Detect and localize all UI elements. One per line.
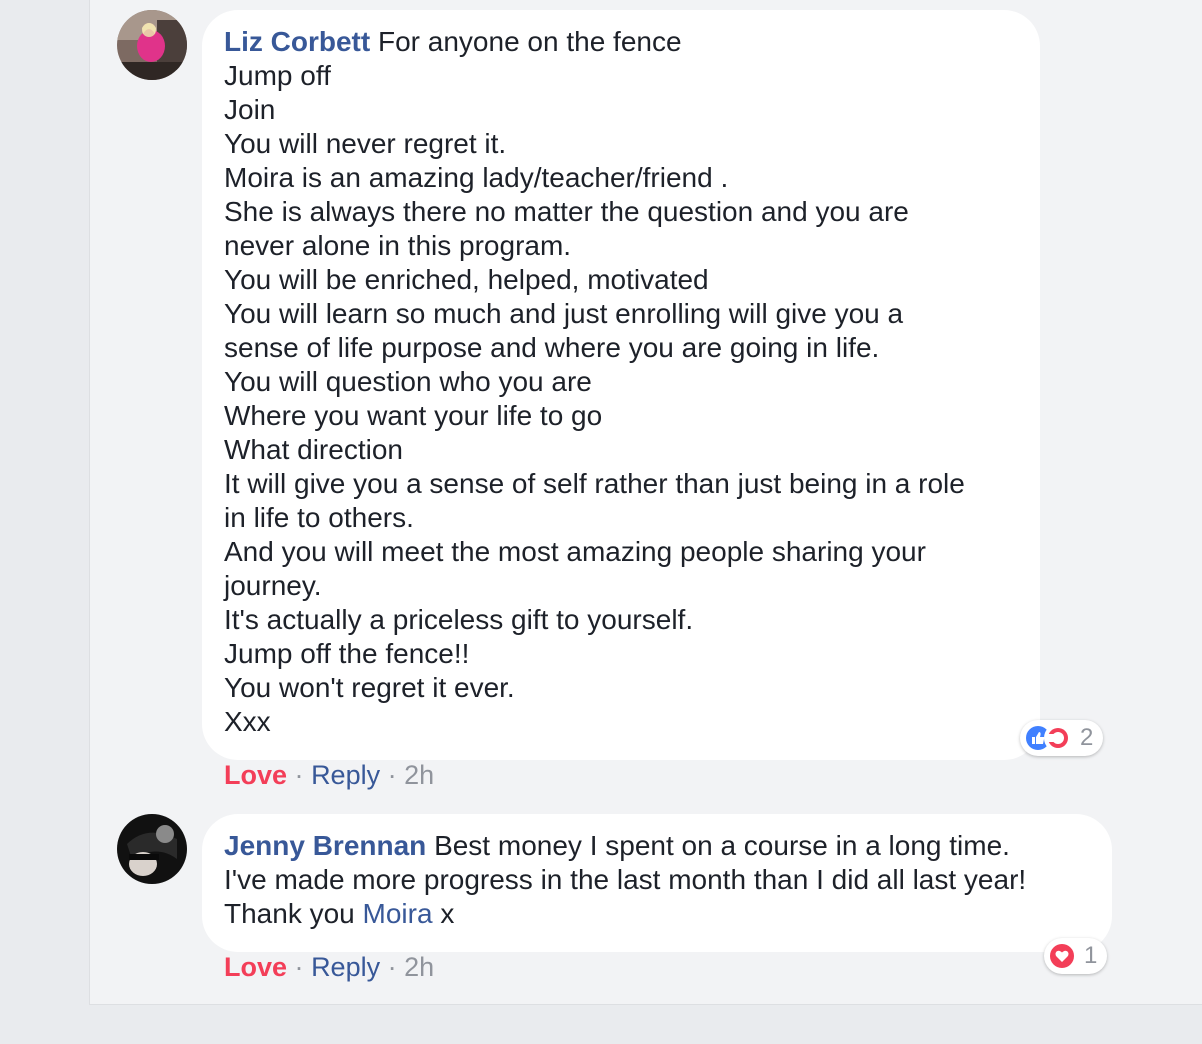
reactions-summary[interactable]: 1	[1044, 938, 1108, 974]
reply-button[interactable]: Reply	[311, 952, 380, 982]
comment-text-line: For anyone on the fence	[378, 26, 682, 57]
comment-text-line: I've made more progress in the last mont…	[224, 864, 1027, 895]
comment-text-line: sense of life purpose and where you are …	[224, 332, 880, 363]
comment-text-line: You will question who you are	[224, 366, 592, 397]
comment-text-line: Join	[224, 94, 276, 125]
comment-text-line: It will give you a sense of self rather …	[224, 468, 965, 499]
comment-text-line: journey.	[224, 570, 322, 601]
comment-bubble: Liz Corbett For anyone on the fence Jump…	[202, 10, 1040, 760]
comment-author[interactable]: Jenny Brennan	[224, 830, 426, 861]
comment-text-line: never alone in this program.	[224, 230, 572, 261]
comment-text-line: Jump off	[224, 60, 331, 91]
comment-text-line: Best money I spent on a course in a long…	[434, 830, 1010, 861]
comment-text-suffix: x	[440, 898, 455, 929]
separator: ·	[387, 952, 397, 982]
avatar-jenny-brennan[interactable]	[117, 814, 187, 884]
love-button[interactable]: Love	[224, 760, 287, 790]
comment-text-line: You won't regret it ever.	[224, 672, 515, 703]
comment-text-line: Jump off the fence!!	[224, 638, 470, 669]
avatar-liz-corbett[interactable]	[117, 10, 187, 80]
comment-actions: Love · Reply · 2h	[224, 760, 434, 791]
love-button[interactable]: Love	[224, 952, 287, 982]
comment-text-line: Thank you	[224, 898, 355, 929]
separator: ·	[294, 760, 304, 790]
comment-timestamp[interactable]: 2h	[404, 760, 434, 790]
comment-text-line: What direction	[224, 434, 403, 465]
comment-text-line: You will never regret it.	[224, 128, 507, 159]
reply-button[interactable]: Reply	[311, 760, 380, 790]
reaction-count: 1	[1084, 942, 1098, 969]
comment-text-line: Where you want your life to go	[224, 400, 603, 431]
separator: ·	[294, 952, 304, 982]
reactions-summary[interactable]: 2	[1020, 720, 1104, 756]
comment-text-line: Moira is an amazing lady/teacher/friend …	[224, 162, 729, 193]
comment-author[interactable]: Liz Corbett	[224, 26, 370, 57]
haha-icon	[1044, 724, 1072, 752]
comment-text-line: It's actually a priceless gift to yourse…	[224, 604, 694, 635]
comment-text-line: in life to others.	[224, 502, 414, 533]
comment-text-line: You will be enriched, helped, motivated	[224, 264, 709, 295]
comment-text-line: You will learn so much and just enrollin…	[224, 298, 904, 329]
comment-text-line: She is always there no matter the questi…	[224, 196, 909, 227]
mention-link[interactable]: Moira	[363, 898, 433, 929]
separator: ·	[387, 760, 397, 790]
comment-text-line: And you will meet the most amazing peopl…	[224, 536, 926, 567]
comment-actions: Love · Reply · 2h	[224, 952, 434, 983]
comment-timestamp[interactable]: 2h	[404, 952, 434, 982]
love-icon	[1048, 942, 1076, 970]
comment-bubble: Jenny Brennan Best money I spent on a co…	[202, 814, 1112, 952]
reaction-count: 2	[1080, 724, 1094, 751]
comment-text-line: Xxx	[224, 706, 271, 737]
